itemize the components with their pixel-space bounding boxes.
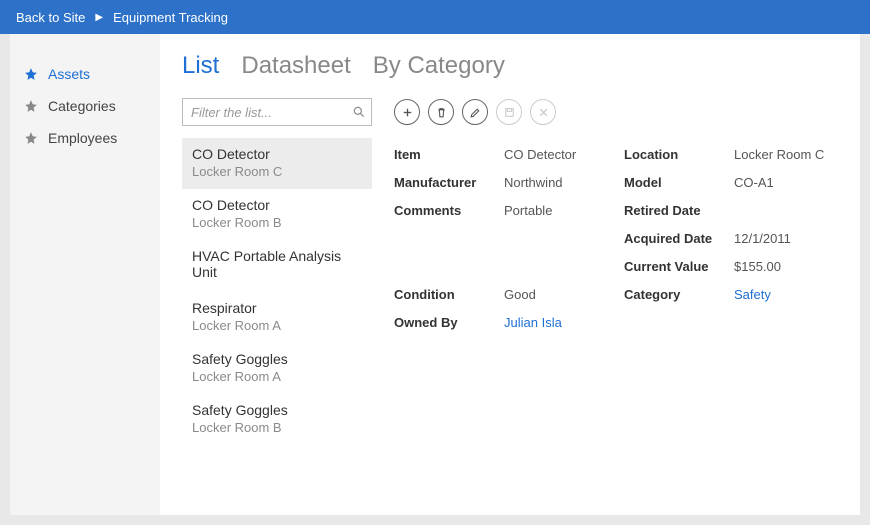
filter-input[interactable] xyxy=(182,98,372,126)
list-item-title: Safety Goggles xyxy=(192,402,362,418)
label-acquired-date: Acquired Date xyxy=(624,224,734,252)
sidebar: Assets Categories Employees xyxy=(10,34,160,515)
value-model: CO-A1 xyxy=(734,168,838,196)
list-item-title: HVAC Portable Analysis Unit xyxy=(192,248,362,280)
list-item-subtitle: Locker Room A xyxy=(192,318,362,333)
list-item[interactable]: CO Detector Locker Room B xyxy=(182,189,372,240)
sidebar-item-label: Assets xyxy=(48,66,90,82)
value-retired-date xyxy=(734,196,838,224)
label-item: Item xyxy=(394,140,504,168)
edit-button[interactable] xyxy=(462,99,488,125)
list-item-title: CO Detector xyxy=(192,197,362,213)
value-manufacturer: Northwind xyxy=(504,168,624,196)
detail-grid: Item Manufacturer Comments Condition Own… xyxy=(394,140,838,336)
add-button[interactable] xyxy=(394,99,420,125)
sidebar-item-categories[interactable]: Categories xyxy=(10,90,160,122)
label-model: Model xyxy=(624,168,734,196)
label-location: Location xyxy=(624,140,734,168)
label-manufacturer: Manufacturer xyxy=(394,168,504,196)
label-comments: Comments xyxy=(394,196,504,224)
delete-button[interactable] xyxy=(428,99,454,125)
sidebar-item-label: Categories xyxy=(48,98,116,114)
list-column: CO Detector Locker Room C CO Detector Lo… xyxy=(182,98,372,445)
breadcrumb-title[interactable]: Equipment Tracking xyxy=(113,10,228,25)
value-owned-by[interactable]: Julian Isla xyxy=(504,308,624,336)
list-item[interactable]: Safety Goggles Locker Room B xyxy=(182,394,372,445)
value-current-value: $155.00 xyxy=(734,252,838,280)
sidebar-item-assets[interactable]: Assets xyxy=(10,58,160,90)
value-acquired-date: 12/1/2011 xyxy=(734,224,838,252)
save-button xyxy=(496,99,522,125)
list-item-subtitle: Locker Room C xyxy=(192,164,362,179)
detail-column: Item Manufacturer Comments Condition Own… xyxy=(394,98,838,445)
value-category[interactable]: Safety xyxy=(734,280,838,308)
app-window: Back to Site ▶ Equipment Tracking Assets… xyxy=(0,0,870,525)
main-panel: List Datasheet By Category CO Detector L… xyxy=(160,34,860,515)
content-row: CO Detector Locker Room C CO Detector Lo… xyxy=(182,98,838,445)
sidebar-item-employees[interactable]: Employees xyxy=(10,122,160,154)
topbar: Back to Site ▶ Equipment Tracking xyxy=(0,0,870,34)
tab-by-category[interactable]: By Category xyxy=(373,52,505,80)
list-item-title: CO Detector xyxy=(192,146,362,162)
value-comments: Portable xyxy=(504,196,624,224)
list-item-title: Safety Goggles xyxy=(192,351,362,367)
detail-toolbar xyxy=(394,98,838,126)
breadcrumb-chevron-icon: ▶ xyxy=(95,12,103,23)
label-category: Category xyxy=(624,280,734,308)
content-body: Assets Categories Employees List Datashe… xyxy=(10,34,860,515)
label-owned-by: Owned By xyxy=(394,308,504,336)
label-condition: Condition xyxy=(394,280,504,308)
search-icon[interactable] xyxy=(352,105,366,119)
filter-wrap xyxy=(182,98,372,126)
list-item-subtitle: Locker Room A xyxy=(192,369,362,384)
star-icon xyxy=(24,67,38,81)
list-item[interactable]: Safety Goggles Locker Room A xyxy=(182,343,372,394)
list-item-subtitle: Locker Room B xyxy=(192,215,362,230)
list-item-title: Respirator xyxy=(192,300,362,316)
value-location: Locker Room C xyxy=(734,140,838,168)
list-item[interactable]: HVAC Portable Analysis Unit xyxy=(182,240,372,292)
view-tabs: List Datasheet By Category xyxy=(182,52,838,80)
label-retired-date: Retired Date xyxy=(624,196,734,224)
star-icon xyxy=(24,131,38,145)
cancel-button xyxy=(530,99,556,125)
tab-list[interactable]: List xyxy=(182,52,219,80)
value-condition: Good xyxy=(504,280,624,308)
list-item-subtitle: Locker Room B xyxy=(192,420,362,435)
back-to-site-link[interactable]: Back to Site xyxy=(16,10,85,25)
tab-datasheet[interactable]: Datasheet xyxy=(241,52,350,80)
sidebar-item-label: Employees xyxy=(48,130,117,146)
star-icon xyxy=(24,99,38,113)
label-current-value: Current Value xyxy=(624,252,734,280)
list-item[interactable]: CO Detector Locker Room C xyxy=(182,138,372,189)
list-item[interactable]: Respirator Locker Room A xyxy=(182,292,372,343)
value-item: CO Detector xyxy=(504,140,624,168)
